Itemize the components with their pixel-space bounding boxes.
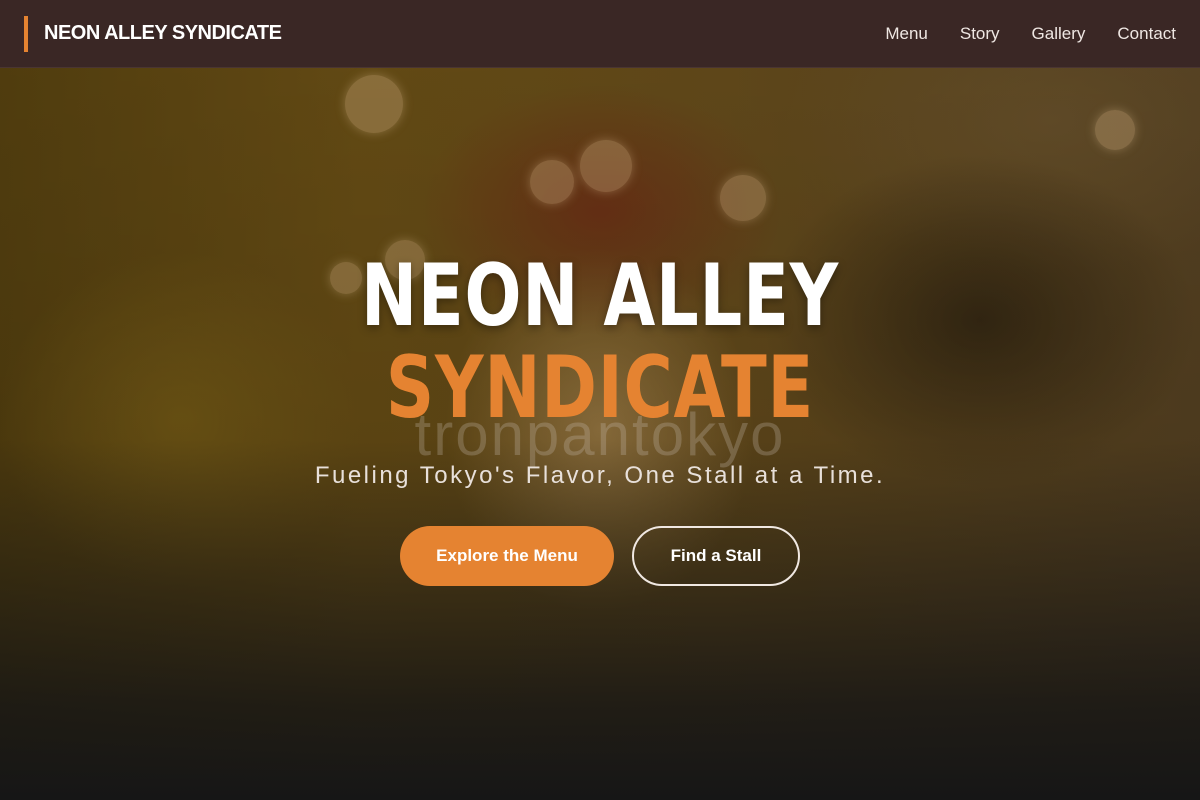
nav-link-gallery[interactable]: Gallery [1032,24,1086,44]
bokeh-light [345,75,403,133]
bokeh-light [720,175,766,221]
hero-title-line1: NEON ALLEY [360,246,840,346]
hero-section: NEON ALLEY SYNDICATE Fueling Tokyo's Fla… [0,250,1200,586]
explore-menu-button[interactable]: Explore the Menu [400,526,614,586]
brand-logo[interactable]: NEON ALLEY SYNDICATE [24,15,282,52]
hero-title: NEON ALLEY SYNDICATE [0,250,1200,434]
nav-link-story[interactable]: Story [960,24,1000,44]
hero-title-line2: SYNDICATE [385,338,815,438]
bokeh-light [1095,110,1135,150]
nav-link-menu[interactable]: Menu [885,24,928,44]
nav-link-contact[interactable]: Contact [1117,24,1176,44]
find-stall-button[interactable]: Find a Stall [632,526,800,586]
bokeh-light [580,140,632,192]
hero-cta-group: Explore the Menu Find a Stall [0,526,1200,586]
main-nav: Menu Story Gallery Contact [885,24,1176,44]
hero-tagline: Fueling Tokyo's Flavor, One Stall at a T… [314,462,886,489]
top-navbar: NEON ALLEY SYNDICATE Menu Story Gallery … [0,0,1200,68]
bokeh-light [530,160,574,204]
